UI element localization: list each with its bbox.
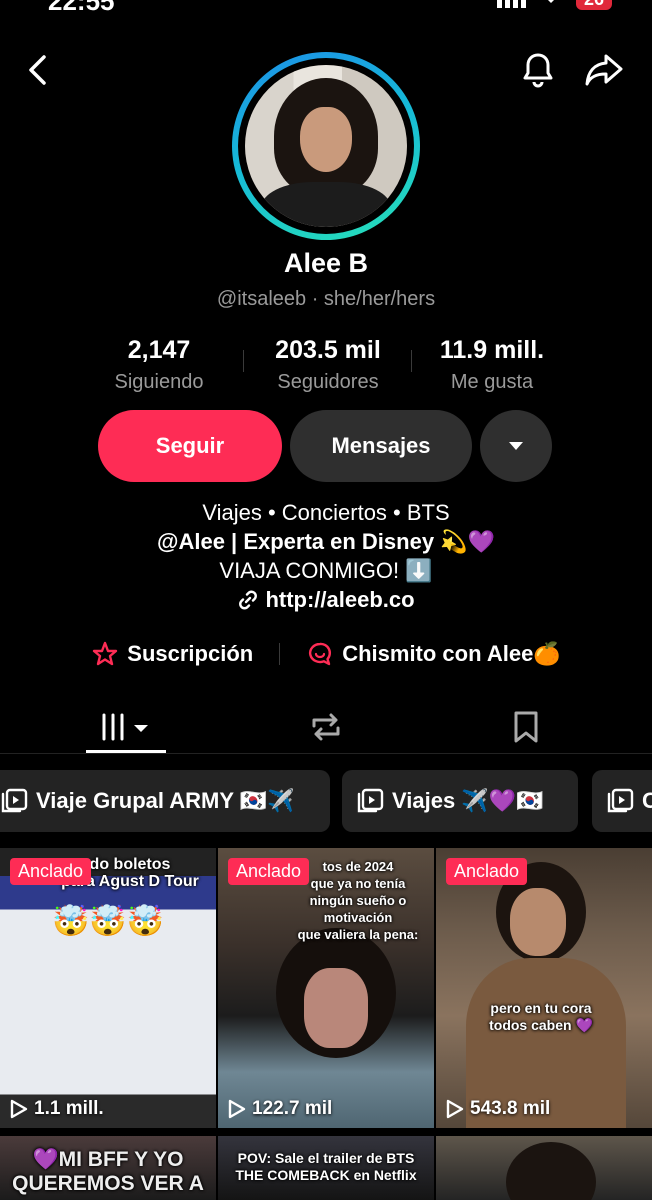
subscription-chip[interactable]: Suscripción <box>91 640 253 668</box>
play-icon <box>228 1099 246 1119</box>
bio-link-text: http://aleeb.co <box>265 587 415 612</box>
video-thumbnail[interactable]: 🤯🤯🤯 do boletos para Agust D Tour Anclado… <box>0 848 216 1128</box>
battery-indicator: 26 <box>575 0 612 10</box>
video-thumbnail[interactable]: POV: Sale el trailer de BTS THE COMEBACK… <box>218 1136 434 1200</box>
bell-icon <box>523 53 553 88</box>
pinned-badge: Anclado <box>10 858 92 885</box>
divider <box>243 350 244 372</box>
video-caption: 💜MI BFF Y YO QUEREMOS VER A <box>12 1148 204 1195</box>
playlist-label: C <box>642 788 652 813</box>
stat-value: 2,147 <box>127 336 191 364</box>
playlist-icon <box>607 788 634 813</box>
chip-label: Suscripción <box>127 641 254 666</box>
pinned-badge: Anclado <box>228 858 310 885</box>
stat-followers[interactable]: 203.5 mil Seguidores <box>258 336 398 394</box>
divider <box>279 643 281 665</box>
stat-value: 11.9 mill. <box>439 336 545 364</box>
play-icon <box>10 1099 28 1119</box>
star-badge-icon <box>93 641 118 666</box>
bio-line: @Alee | Experta en Disney 💫💜 <box>157 529 495 554</box>
bio-line: Viajes • Conciertos • BTS <box>202 500 450 525</box>
grid-icon <box>101 713 148 741</box>
divider <box>411 350 412 372</box>
view-count-text: 543.8 mil <box>470 1098 551 1119</box>
link-icon <box>239 590 258 609</box>
status-bar: 22:55 26 <box>0 0 652 16</box>
status-time: 22:55 <box>48 0 115 16</box>
stat-value: 203.5 mil <box>275 336 381 364</box>
playlists-row: Viaje Grupal ARMY 🇰🇷✈️ Viajes ✈️💜🇰🇷 C <box>0 770 652 832</box>
wifi-icon <box>540 0 562 10</box>
view-count: 543.8 mil <box>446 1098 550 1120</box>
view-count-text: 122.7 mil <box>252 1098 333 1119</box>
caret-down-icon <box>509 442 523 450</box>
video-thumbnail[interactable]: pero en tu cora todos caben 💜 Anclado 54… <box>436 848 652 1128</box>
video-thumbnail[interactable]: 💜MI BFF Y YO QUEREMOS VER A <box>0 1136 216 1200</box>
video-thumbnail[interactable]: tos de 2024 que ya no tenía ningún sueño… <box>218 848 434 1128</box>
tab-reposts[interactable] <box>286 700 366 754</box>
status-icons: 26 <box>496 0 612 10</box>
bio-link[interactable]: http://aleeb.co <box>237 585 415 614</box>
bookmark-icon <box>514 711 538 743</box>
message-button[interactable]: Mensajes <box>290 410 472 482</box>
profile-name: Alee B <box>283 248 369 278</box>
stat-label: Siguiendo <box>114 371 204 393</box>
notifications-button[interactable] <box>516 48 560 92</box>
profile-stats: 2,147 Siguiendo 203.5 mil Seguidores 11.… <box>0 336 652 396</box>
playlist-label: Viajes ✈️💜🇰🇷 <box>392 788 544 813</box>
profile-bio: Viajes • Conciertos • BTS @Alee | Expert… <box>0 498 652 618</box>
video-grid: 🤯🤯🤯 do boletos para Agust D Tour Anclado… <box>0 848 652 1200</box>
back-button[interactable] <box>16 48 60 92</box>
video-caption: pero en tu cora todos caben 💜 <box>489 1000 593 1033</box>
playlist-icon <box>357 788 384 813</box>
view-count: 122.7 mil <box>228 1098 332 1120</box>
stat-label: Me gusta <box>450 371 534 393</box>
avatar <box>245 65 407 227</box>
repost-icon <box>312 713 340 741</box>
playlist-chip[interactable]: Viaje Grupal ARMY 🇰🇷✈️ <box>0 770 330 832</box>
profile-handle: @itsaleeb · she/her/hers <box>216 288 436 310</box>
bio-line: VIAJA CONMIGO! ⬇️ <box>219 558 433 583</box>
emoji-sticker: 🤯🤯🤯 <box>52 905 165 938</box>
signal-icon <box>496 0 526 8</box>
share-arrow-icon <box>585 54 623 86</box>
active-tab-indicator <box>86 750 166 753</box>
playlist-chip[interactable]: C <box>592 770 652 832</box>
group-chat-chip[interactable]: Chismito con Alee🍊 <box>306 640 561 668</box>
playlist-icon <box>1 788 28 813</box>
playlist-label: Viaje Grupal ARMY 🇰🇷✈️ <box>36 788 295 813</box>
chat-bubble-icon <box>309 642 332 666</box>
share-button[interactable] <box>582 48 626 92</box>
chip-label: Chismito con Alee🍊 <box>342 641 561 666</box>
playlist-chip[interactable]: Viajes ✈️💜🇰🇷 <box>342 770 578 832</box>
chevron-left-icon <box>29 55 46 85</box>
more-options-button[interactable] <box>480 410 552 482</box>
avatar-story-ring[interactable] <box>232 52 420 240</box>
view-count-text: 1.1 mill. <box>34 1098 104 1119</box>
play-icon <box>446 1099 464 1119</box>
stat-following[interactable]: 2,147 Siguiendo <box>100 336 218 394</box>
pinned-badge: Anclado <box>446 858 528 885</box>
follow-button[interactable]: Seguir <box>98 410 282 482</box>
video-thumbnail[interactable] <box>436 1136 652 1200</box>
tab-videos[interactable] <box>86 700 166 754</box>
video-caption: POV: Sale el trailer de BTS THE COMEBACK… <box>235 1150 417 1183</box>
stat-label: Seguidores <box>277 371 379 393</box>
tab-favorites[interactable] <box>486 700 566 754</box>
view-count: 1.1 mill. <box>10 1098 104 1120</box>
stat-likes[interactable]: 11.9 mill. Me gusta <box>424 336 560 394</box>
profile-chips: Suscripción Chismito con Alee🍊 <box>0 636 652 672</box>
profile-tabs <box>0 700 652 754</box>
